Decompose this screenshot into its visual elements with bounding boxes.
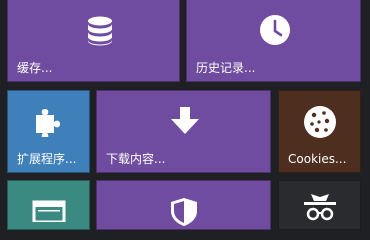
tile-cookies-label: Cookies...	[288, 152, 347, 166]
tile-extensions[interactable]: 扩展程序...	[7, 90, 90, 173]
tile-downloads[interactable]: 下载内容...	[96, 90, 271, 173]
download-arrow-icon	[171, 107, 199, 134]
clock-icon	[260, 15, 290, 45]
cookie-icon	[304, 106, 336, 138]
tile-cookies[interactable]: Cookies...	[278, 90, 361, 173]
tile-cache-label: 缓存...	[17, 61, 53, 75]
tile-cache[interactable]: 缓存...	[7, 0, 180, 82]
tile-history-label: 历史记录...	[196, 61, 256, 75]
tile-extensions-label: 扩展程序...	[17, 152, 77, 166]
puzzle-icon	[36, 109, 60, 137]
tile-incognito[interactable]	[278, 180, 361, 230]
tile-fullscreen[interactable]	[7, 180, 90, 230]
window-icon	[32, 200, 66, 222]
shield-icon	[171, 198, 197, 226]
tile-history[interactable]: 历史记录...	[186, 0, 361, 82]
database-icon	[88, 16, 112, 46]
incognito-icon	[304, 194, 336, 221]
tile-downloads-label: 下载内容...	[106, 152, 166, 166]
tile-security[interactable]	[96, 180, 271, 230]
